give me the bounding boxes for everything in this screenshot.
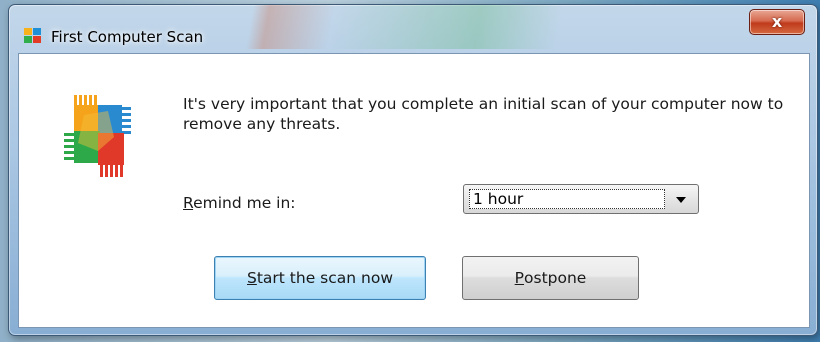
start-scan-accelerator: S [247,269,257,287]
avg-app-icon [24,28,41,43]
remind-label-text: emind me in: [193,194,296,212]
close-icon: x [771,12,783,31]
scan-message: It's very important that you complete an… [183,95,784,133]
close-button[interactable]: x [749,9,805,35]
window-title: First Computer Scan [51,28,204,46]
remind-label-accelerator: R [183,194,194,212]
postpone-label: ostpone [524,269,587,287]
remind-interval-value: 1 hour [469,189,665,209]
postpone-accelerator: P [514,269,525,287]
postpone-button[interactable]: Postpone [462,256,639,300]
dialog-content: It's very important that you complete an… [18,53,810,328]
dialog-window: First Computer Scan x It's very importan… [8,4,818,336]
remind-label: Remind me in: [183,194,296,212]
title-bar[interactable]: First Computer Scan x [9,5,817,49]
start-scan-button[interactable]: Start the scan now [214,256,426,300]
avg-logo-icon [64,95,131,177]
remind-interval-select[interactable]: 1 hour [463,184,699,214]
start-scan-label: tart the scan now [256,269,393,287]
chevron-down-icon [676,197,686,203]
